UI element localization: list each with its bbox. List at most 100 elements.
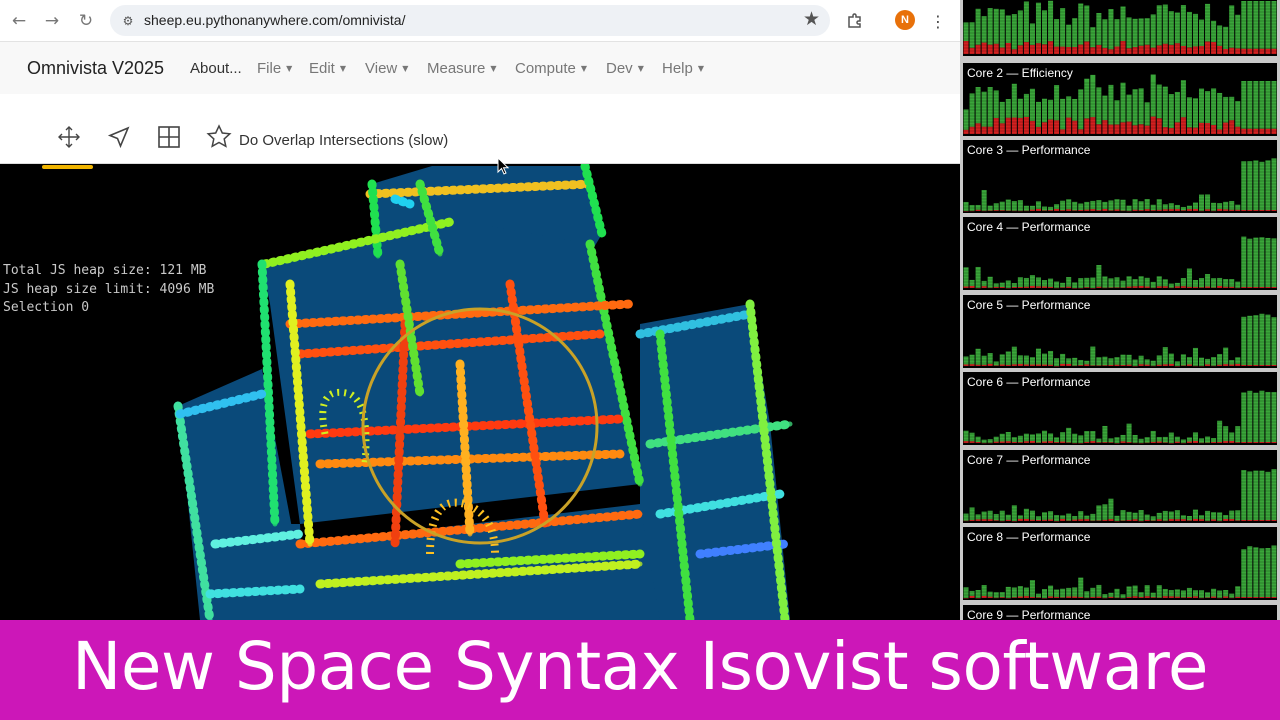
- back-arrow-icon[interactable]: ←: [7, 9, 31, 33]
- core-system-bar: [987, 44, 993, 54]
- core-system-bar: [969, 595, 975, 598]
- core-user-bar: [993, 361, 999, 366]
- extensions-puzzle-icon[interactable]: [843, 9, 867, 33]
- overlap-intersections-label[interactable]: Do Overlap Intersections (slow): [239, 132, 448, 149]
- menu-measure[interactable]: Measure ▼: [427, 60, 497, 77]
- core-user-bar: [1199, 590, 1205, 598]
- core-user-bar: [1265, 314, 1271, 365]
- core-user-bar: [1223, 426, 1229, 442]
- core-user-bar: [1078, 435, 1084, 443]
- navigate-arrow-icon[interactable]: [105, 123, 133, 151]
- core-user-bar: [1199, 278, 1205, 288]
- menu-dev[interactable]: Dev ▼: [606, 60, 644, 77]
- core-system-bar: [1205, 41, 1211, 54]
- isovist-map-canvas[interactable]: Total JS heap size: 121 MB JS heap size …: [0, 164, 960, 620]
- core-user-bar: [999, 592, 1005, 598]
- core-user-bar: [1048, 99, 1054, 120]
- core-panel: Core 9 — Performance: [963, 605, 1277, 620]
- core-user-bar: [1223, 590, 1229, 597]
- core-user-bar: [1229, 96, 1235, 121]
- core-system-bar: [1029, 120, 1035, 134]
- bookmark-star-icon[interactable]: ★: [803, 8, 820, 30]
- core-user-bar: [987, 591, 993, 597]
- core-user-bar: [1180, 515, 1186, 520]
- core-panel: Core 3 — Performance: [963, 140, 1277, 213]
- isovist-map[interactable]: [0, 164, 960, 620]
- profile-avatar[interactable]: N: [895, 10, 915, 30]
- core-system-bar: [1114, 46, 1120, 54]
- core-user-bar: [1180, 5, 1186, 46]
- core-system-bar: [1096, 44, 1102, 54]
- core-user-bar: [1144, 18, 1150, 45]
- core-user-bar: [975, 436, 981, 443]
- core-user-bar: [1253, 160, 1259, 210]
- core-system-bar: [981, 595, 987, 598]
- core-system-bar: [1192, 518, 1198, 521]
- core-user-bar: [1102, 356, 1108, 366]
- grid-icon[interactable]: [155, 123, 183, 151]
- menu-about[interactable]: About...: [190, 60, 242, 77]
- reload-icon[interactable]: ↻: [74, 9, 98, 33]
- core-user-bar: [1114, 515, 1120, 521]
- url-text[interactable]: sheep.eu.pythonanywhere.com/omnivista/: [144, 12, 405, 28]
- core-user-bar: [1229, 279, 1235, 287]
- core-system-bar: [1247, 128, 1253, 134]
- core-user-bar: [1247, 1, 1253, 49]
- core-user-bar: [1229, 593, 1235, 598]
- core-system-bar: [1211, 124, 1217, 134]
- core-user-bar: [1223, 347, 1229, 365]
- core-user-bar: [1138, 201, 1144, 211]
- core-user-bar: [1259, 470, 1265, 520]
- address-bar[interactable]: ⚙ sheep.eu.pythonanywhere.com/omnivista/…: [110, 5, 830, 36]
- core-user-bar: [1265, 1, 1271, 49]
- move-arrows-icon[interactable]: [55, 123, 83, 151]
- core-system-bar: [1114, 124, 1120, 134]
- core-user-bar: [1265, 237, 1271, 287]
- caption-banner: New Space Syntax Isovist software: [0, 620, 1280, 720]
- core-user-bar: [1223, 279, 1229, 287]
- core-system-bar: [1017, 363, 1023, 366]
- core-user-bar: [1247, 81, 1253, 129]
- core-user-bar: [1211, 357, 1217, 366]
- star-icon[interactable]: [205, 123, 233, 151]
- menu-compute[interactable]: Compute ▼: [515, 60, 587, 77]
- core-system-bar: [1168, 44, 1174, 54]
- core-system-bar: [975, 44, 981, 54]
- core-user-bar: [1168, 283, 1174, 288]
- core-system-bar: [1078, 129, 1084, 134]
- core-label: Core 5 — Performance: [967, 298, 1091, 312]
- core-system-bar: [1084, 41, 1090, 54]
- core-user-bar: [993, 8, 999, 44]
- core-system-bar: [1078, 44, 1084, 54]
- core-user-bar: [1048, 278, 1054, 287]
- core-user-bar: [993, 203, 999, 211]
- core-user-bar: [1265, 81, 1271, 129]
- core-user-bar: [1259, 548, 1265, 597]
- core-user-bar: [1174, 204, 1180, 210]
- core-user-bar: [981, 280, 987, 287]
- core-user-bar: [1253, 237, 1259, 287]
- core-user-bar: [1102, 19, 1108, 48]
- kebab-menu-icon[interactable]: ⋮: [930, 9, 946, 33]
- core-system-bar: [1205, 123, 1211, 134]
- core-user-bar: [1150, 14, 1156, 48]
- core-user-bar: [1060, 8, 1066, 47]
- forward-arrow-icon[interactable]: →: [40, 9, 64, 33]
- core-user-bar: [1132, 434, 1138, 443]
- core-user-bar: [1054, 85, 1060, 121]
- menu-edit[interactable]: Edit ▼: [309, 60, 346, 77]
- core-user-bar: [1060, 353, 1066, 364]
- core-user-bar: [1217, 25, 1223, 46]
- menu-view[interactable]: View ▼: [365, 60, 408, 77]
- core-user-bar: [1168, 94, 1174, 128]
- core-system-bar: [963, 129, 969, 134]
- core-system-bar: [1144, 125, 1150, 134]
- menu-help[interactable]: Help ▼: [662, 60, 704, 77]
- menu-file[interactable]: File ▼: [257, 60, 292, 77]
- core-system-bar: [1029, 440, 1035, 443]
- core-user-bar: [1072, 433, 1078, 443]
- site-info-icon[interactable]: ⚙: [118, 11, 138, 31]
- core-user-bar: [1126, 423, 1132, 443]
- core-user-bar: [1084, 78, 1090, 119]
- core-system-bar: [1029, 285, 1035, 288]
